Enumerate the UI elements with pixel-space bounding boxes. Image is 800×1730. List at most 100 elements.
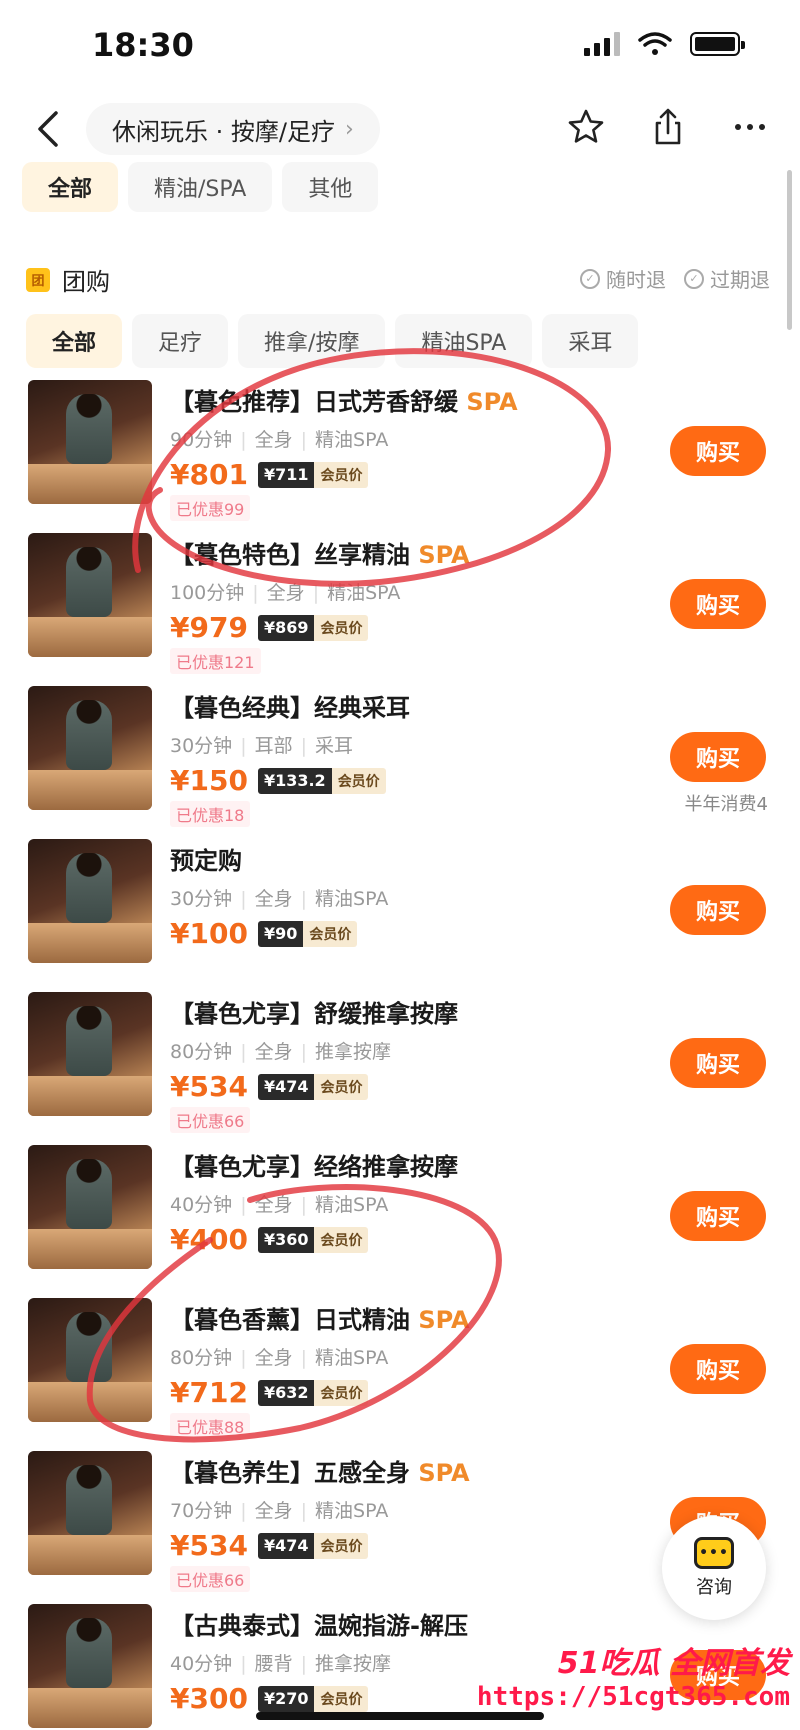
meta-separator: | bbox=[240, 429, 247, 451]
status-bar: 18:30 bbox=[0, 0, 800, 90]
deal-meta: 90分钟 bbox=[170, 429, 233, 451]
deal-thumbnail[interactable] bbox=[28, 1604, 152, 1728]
deal-prices: ¥534 ¥474 会员价 bbox=[170, 1070, 640, 1103]
deal-meta: 100分钟 bbox=[170, 582, 245, 604]
member-price-tag: 会员价 bbox=[314, 614, 369, 641]
deal-meta: 全身 bbox=[266, 582, 305, 604]
deal-title[interactable]: 【暮色特色】丝享精油 SPA bbox=[170, 535, 640, 570]
deal-item[interactable]: 预定购 30分钟 | 全身 | 精油SPA ¥100 ¥90 会员价 购买 bbox=[0, 839, 800, 992]
deal-title[interactable]: 【暮色尤享】舒缓推拿按摩 bbox=[170, 994, 640, 1029]
deal-thumbnail[interactable] bbox=[28, 533, 152, 657]
meta-separator: | bbox=[300, 1041, 308, 1063]
deal-thumbnail[interactable] bbox=[28, 1451, 152, 1575]
deal-title-highlight: SPA bbox=[466, 388, 518, 416]
subtab-oil-spa[interactable]: 精油SPA bbox=[395, 314, 533, 368]
member-price-tag: 会员价 bbox=[314, 1073, 369, 1100]
consult-label: 咨询 bbox=[696, 1577, 732, 1598]
nav-actions bbox=[566, 107, 770, 147]
deal-item[interactable]: 【暮色特色】丝享精油 SPA 100分钟 | 全身 | 精油SPA ¥979 ¥869 会员价已… bbox=[0, 533, 800, 686]
deal-thumbnail[interactable] bbox=[28, 1298, 152, 1422]
deal-meta: 腰背 bbox=[254, 1653, 293, 1675]
deal-price: ¥150 bbox=[170, 764, 248, 797]
deal-prices: ¥712 ¥632 会员价 bbox=[170, 1376, 640, 1409]
back-icon[interactable] bbox=[30, 107, 70, 151]
member-price: ¥360 bbox=[257, 1226, 315, 1253]
deal-thumbnail[interactable] bbox=[28, 839, 152, 963]
subtab-massage[interactable]: 推拿/按摩 bbox=[238, 314, 386, 368]
deal-meta: 80分钟 bbox=[170, 1347, 233, 1369]
buy-button[interactable]: 购买 bbox=[670, 732, 766, 782]
deal-title-text: 【暮色推荐】日式芳香舒缓 bbox=[170, 388, 467, 416]
deal-meta: 全身 bbox=[254, 429, 293, 451]
deal-info: 【暮色尤享】经络推拿按摩 40分钟 | 全身 | 精油SPA ¥400 ¥360 会员价 bbox=[170, 1147, 640, 1256]
member-price: ¥474 bbox=[257, 1073, 315, 1100]
buy-button[interactable]: 购买 bbox=[670, 579, 766, 629]
deal-prices: ¥534 ¥474 会员价 bbox=[170, 1529, 640, 1562]
star-icon[interactable] bbox=[566, 107, 606, 147]
deal-title-highlight: SPA bbox=[418, 1459, 470, 1487]
member-price: ¥133.2 bbox=[257, 767, 332, 794]
buy-button[interactable]: 购买 bbox=[670, 1191, 766, 1241]
deal-item[interactable]: 【暮色香薰】日式精油 SPA 80分钟 | 全身 | 精油SPA ¥712 ¥632 会员价 已优… bbox=[0, 1298, 800, 1451]
discount-badge: 已优惠18 bbox=[170, 801, 251, 827]
watermark: 51吃瓜 全网首发 https://51cgt365.com bbox=[477, 1638, 790, 1712]
deal-info: 【暮色养生】五感全身 SPA 70分钟 | 全身 | 精油SPA ¥534 ¥474 会员价 已优… bbox=[170, 1453, 640, 1592]
consult-button[interactable]: ••• 咨询 bbox=[662, 1516, 766, 1620]
more-icon[interactable] bbox=[730, 107, 770, 147]
deal-title[interactable]: 【古典泰式】温婉指游-解压 bbox=[170, 1606, 640, 1641]
deal-item[interactable]: 【暮色经典】经典采耳 30分钟 | 耳部 | 采耳 ¥150 ¥133.2 会员价 已优惠18 购买… bbox=[0, 686, 800, 839]
deal-thumbnail[interactable] bbox=[28, 380, 152, 504]
tab-other[interactable]: 其他 bbox=[282, 162, 379, 212]
deal-thumbnail[interactable] bbox=[28, 992, 152, 1116]
breadcrumb[interactable]: 休闲玩乐 · 按摩/足疗 › bbox=[86, 103, 380, 155]
member-price: ¥474 bbox=[257, 1532, 315, 1559]
buy-button[interactable]: 购买 bbox=[670, 885, 766, 935]
deal-item[interactable]: 【暮色尤享】经络推拿按摩 40分钟 | 全身 | 精油SPA ¥400 ¥360 会员价 购买 bbox=[0, 1145, 800, 1298]
meta-separator: | bbox=[300, 1194, 308, 1216]
deal-item[interactable]: 【暮色推荐】日式芳香舒缓 SPA 90分钟 | 全身 | 精油SPA ¥801 ¥711 会员价… bbox=[0, 380, 800, 533]
member-price-tag: 会员价 bbox=[314, 1226, 369, 1253]
member-price: ¥632 bbox=[257, 1379, 315, 1406]
deal-price: ¥534 bbox=[170, 1070, 248, 1103]
buy-button[interactable]: 购买 bbox=[670, 426, 766, 476]
member-price-tag: 会员价 bbox=[314, 1532, 369, 1559]
deal-title-text: 【暮色特色】丝享精油 bbox=[170, 541, 419, 569]
deal-price: ¥712 bbox=[170, 1376, 248, 1409]
member-price: ¥711 bbox=[257, 461, 315, 488]
deal-title-text: 【古典泰式】温婉指游-解压 bbox=[170, 1612, 468, 1640]
tab-oil-spa[interactable]: 精油/SPA bbox=[128, 162, 273, 212]
watermark-url: https://51cgt365.com bbox=[476, 1682, 790, 1712]
nav-bar: 休闲玩乐 · 按摩/足疗 › bbox=[0, 95, 800, 165]
discount-badge: 已优惠99 bbox=[170, 495, 251, 521]
deal-title[interactable]: 【暮色香薰】日式精油 SPA bbox=[170, 1300, 640, 1335]
deal-item[interactable]: 【暮色尤享】舒缓推拿按摩 80分钟 | 全身 | 推拿按摩 ¥534 ¥474 会员价 已优惠66… bbox=[0, 992, 800, 1145]
buy-button[interactable]: 购买 bbox=[670, 1344, 766, 1394]
meta-separator: | bbox=[300, 888, 308, 910]
check-circle-icon: ✓ bbox=[580, 268, 600, 289]
deal-title[interactable]: 【暮色尤享】经络推拿按摩 bbox=[170, 1147, 640, 1182]
deal-thumbnail[interactable] bbox=[28, 1145, 152, 1269]
subtab-all[interactable]: 全部 bbox=[26, 314, 123, 368]
meta-separator: | bbox=[240, 888, 247, 910]
tab-all[interactable]: 全部 bbox=[22, 162, 119, 212]
share-icon[interactable] bbox=[648, 107, 688, 147]
wifi-icon bbox=[638, 32, 672, 55]
deal-meta: 全身 bbox=[254, 1194, 293, 1216]
buy-button[interactable]: 购买 bbox=[670, 1038, 766, 1088]
deal-meta-line: 80分钟 | 全身 | 精油SPA bbox=[170, 1343, 640, 1370]
member-price: ¥869 bbox=[257, 614, 315, 641]
subtab-ear[interactable]: 采耳 bbox=[542, 314, 639, 368]
deal-meta: 精油SPA bbox=[315, 429, 389, 451]
scrollbar[interactable] bbox=[787, 170, 792, 330]
subtab-foot[interactable]: 足疗 bbox=[132, 314, 229, 368]
refund-flags: ✓ 随时退 ✓ 过期退 bbox=[580, 264, 770, 293]
meta-separator: | bbox=[240, 1653, 247, 1675]
deal-title[interactable]: 【暮色经典】经典采耳 bbox=[170, 688, 640, 723]
deal-title[interactable]: 预定购 bbox=[170, 841, 640, 876]
member-price-tag: 会员价 bbox=[314, 1379, 369, 1406]
category-tabs: 全部 精油/SPA 其他 bbox=[22, 162, 379, 212]
deal-thumbnail[interactable] bbox=[28, 686, 152, 810]
deal-title[interactable]: 【暮色推荐】日式芳香舒缓 SPA bbox=[170, 382, 640, 417]
deal-meta: 推拿按摩 bbox=[315, 1041, 392, 1063]
deal-title[interactable]: 【暮色养生】五感全身 SPA bbox=[170, 1453, 640, 1488]
